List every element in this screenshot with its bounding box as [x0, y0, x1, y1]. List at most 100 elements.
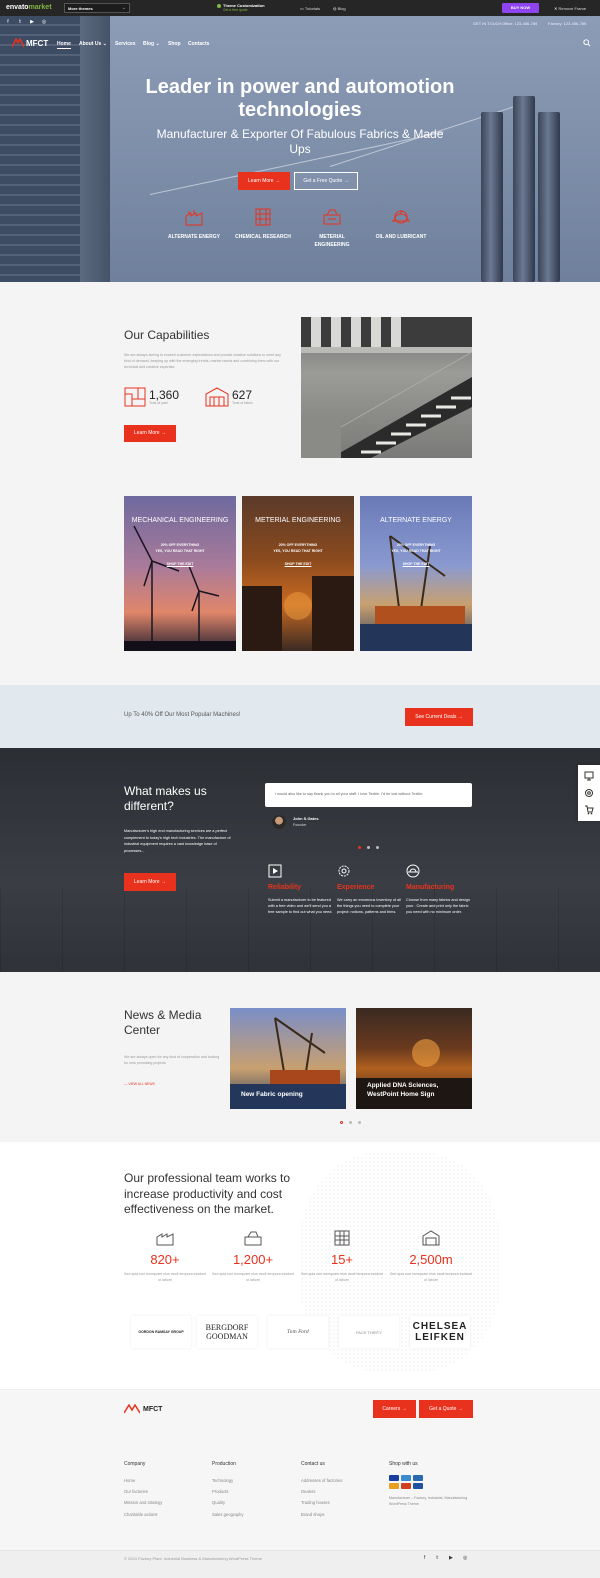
footer-shop: Shop with us Manufacturer – Factory, Ind… — [389, 1461, 473, 1507]
paypal-icon — [413, 1483, 423, 1489]
hero-free-quote-button[interactable]: Get a Free Quote → — [294, 172, 358, 190]
card-mechanical-engineering[interactable]: MECHANICAL ENGINEERING 20% OFF EVERYTHIN… — [124, 496, 236, 651]
footer-production: Production Technology Products Quality S… — [212, 1461, 292, 1520]
monitor-icon[interactable] — [584, 771, 594, 781]
amex-icon — [413, 1475, 423, 1481]
nav-contacts[interactable]: Contacts — [188, 41, 209, 47]
blueprint-icon — [124, 387, 146, 407]
footer-link[interactable]: Quality — [212, 1497, 292, 1508]
close-icon: ✕ — [554, 6, 558, 11]
footer-link[interactable]: Home — [124, 1475, 204, 1486]
blog-link[interactable]: ◍ Blog — [333, 6, 346, 11]
pagination-dot[interactable] — [340, 1121, 343, 1124]
news-pagination[interactable] — [340, 1121, 361, 1124]
news-card[interactable]: New Fabric opening — [230, 1008, 346, 1109]
footer-link[interactable]: Mission and strategy — [124, 1497, 204, 1508]
testimonial-role: Founder — [293, 823, 307, 827]
card-alternate-energy[interactable]: ALTERNATE ENERGY 20% OFF EVERYTHING YES, … — [360, 496, 472, 651]
pagination-dot[interactable] — [376, 846, 379, 849]
view-all-news-link[interactable]: — VIEW ALL NEWS — [124, 1082, 155, 1086]
brand-logo[interactable]: GORDON RAMSAY GROUP — [131, 1316, 191, 1348]
instagram-icon[interactable]: ◎ — [40, 19, 48, 27]
youtube-icon[interactable]: ▶ — [449, 1555, 453, 1561]
footer-link[interactable]: Our factories — [124, 1486, 204, 1497]
news-title: News & Media Center — [124, 1008, 202, 1037]
footer-link[interactable]: Trading houses — [301, 1497, 381, 1508]
card-meterial-engineering[interactable]: METERIAL ENGINEERING 20% OFF EVERYTHING Y… — [242, 496, 354, 651]
theme-select[interactable]: More themes ⌄ — [64, 3, 130, 13]
twitter-icon[interactable]: 𝕥 — [436, 1555, 438, 1561]
pagination-dot[interactable] — [367, 846, 370, 849]
hero-title: Leader in power and automotion technolog… — [145, 76, 455, 121]
get-in-touch: GET IN TOUCH — [473, 21, 502, 26]
team-stat: 2,500m Sed quia non numquam eius modi tem… — [389, 1230, 473, 1283]
footer-link[interactable]: Sales geography — [212, 1509, 292, 1520]
feature-chemical-research[interactable]: CHEMICAL RESEARCH — [233, 207, 293, 241]
tutorials-link[interactable]: ▭ Tutorials — [300, 6, 320, 11]
testimonial-quote: I would also like to say thank you to al… — [265, 783, 472, 807]
feature-oil-and-lubricant[interactable]: OIL AND LUBRICANT — [371, 207, 431, 241]
pagination-dot[interactable] — [349, 1121, 352, 1124]
get-a-quote-button[interactable]: Get a Quote → — [419, 1400, 473, 1418]
site-logo[interactable]: MFCT — [12, 38, 48, 48]
side-toolbar — [578, 765, 600, 821]
footer-link[interactable]: Addresses of factories — [301, 1475, 381, 1486]
card-icon — [401, 1483, 411, 1489]
twitter-icon[interactable]: 𝕥 — [16, 19, 24, 27]
different-section — [0, 748, 600, 972]
pagination-dot[interactable] — [358, 1121, 361, 1124]
search-icon[interactable] — [583, 39, 591, 47]
footer-link[interactable]: Technology — [212, 1475, 292, 1486]
factory-phone[interactable]: Factory: 123-456-789 — [548, 21, 586, 26]
footer-link[interactable]: Charitable actions — [124, 1509, 204, 1520]
news-text: We are always open for any kind of coope… — [124, 1055, 220, 1065]
pagination-dot[interactable] — [358, 846, 361, 849]
see-current-deals-button[interactable]: See Current Deals → — [405, 708, 473, 726]
careers-button[interactable]: Careers → — [373, 1400, 416, 1418]
hero-subtitle: Manufacturer & Exporter Of Fabulous Fabr… — [156, 127, 444, 156]
team-title: Our professional team works to increase … — [124, 1171, 291, 1216]
nav-shop[interactable]: Shop — [168, 41, 181, 47]
hero-learn-more-button[interactable]: Learn More → — [238, 172, 290, 190]
brand-logo[interactable]: FACE THIRTY — [339, 1316, 399, 1348]
brand-logo[interactable]: BERGDORF GOODMAN — [197, 1316, 257, 1348]
settings-icon[interactable] — [584, 788, 594, 798]
envato-logo[interactable]: envatomarket — [6, 4, 52, 11]
footer-logo[interactable]: MFCT — [124, 1404, 162, 1414]
payment-cards — [389, 1475, 473, 1481]
instagram-icon[interactable]: ◎ — [463, 1555, 467, 1561]
footer — [0, 1449, 600, 1550]
office-phone[interactable]: Office: 123-456-789 — [502, 21, 537, 26]
footer-link[interactable]: Dealers — [301, 1486, 381, 1497]
testimonial-pagination[interactable] — [358, 846, 379, 849]
different-title: What makes us different? — [124, 784, 207, 813]
remove-frame-link[interactable]: ✕ Remove Frame — [554, 6, 586, 11]
nav-services[interactable]: Services — [115, 41, 136, 47]
helmet-icon — [406, 864, 420, 878]
nav-blog[interactable]: Blog ⌄ — [143, 41, 160, 47]
feature-meterial-engineering[interactable]: METERIAL ENGINEERING — [302, 207, 362, 249]
machine-icon — [244, 1231, 262, 1246]
footer-link[interactable]: Brand shops — [301, 1509, 381, 1520]
nav-home[interactable]: Home — [57, 41, 71, 49]
chimney — [538, 112, 560, 282]
different-learn-more-button[interactable]: Learn More → — [124, 873, 176, 891]
nav-about-us[interactable]: About Us ⌄ — [79, 41, 107, 47]
shop-the-edit-link[interactable]: SHOP THE EDIT — [242, 562, 354, 566]
warehouse-icon — [422, 1230, 440, 1246]
facebook-icon[interactable]: f — [4, 19, 12, 27]
youtube-icon[interactable]: ▶ — [28, 19, 36, 27]
buy-now-button[interactable]: BUY NOW — [502, 3, 539, 13]
theme-customization-link[interactable]: Theme Customization Get a free quote — [217, 3, 265, 12]
shop-the-edit-link[interactable]: SHOP THE EDIT — [360, 562, 472, 566]
cart-icon[interactable] — [584, 805, 594, 815]
brand-logo[interactable]: CHELSEA LEIFKEN — [410, 1316, 470, 1348]
feature-alternate-energy[interactable]: ALTERNATE ENERGY — [164, 207, 224, 241]
footer-link[interactable]: Products — [212, 1486, 292, 1497]
copyright-text: © 2024 Factory Plant, Industrial Busines… — [124, 1556, 262, 1561]
news-card[interactable]: Applied DNA Sciences, WestPoint Home Sig… — [356, 1008, 472, 1109]
shop-the-edit-link[interactable]: SHOP THE EDIT — [124, 562, 236, 566]
capabilities-learn-more-button[interactable]: Learn More → — [124, 425, 176, 442]
brand-logo[interactable]: Tom Ford — [268, 1316, 328, 1348]
facebook-icon[interactable]: f — [424, 1555, 425, 1561]
